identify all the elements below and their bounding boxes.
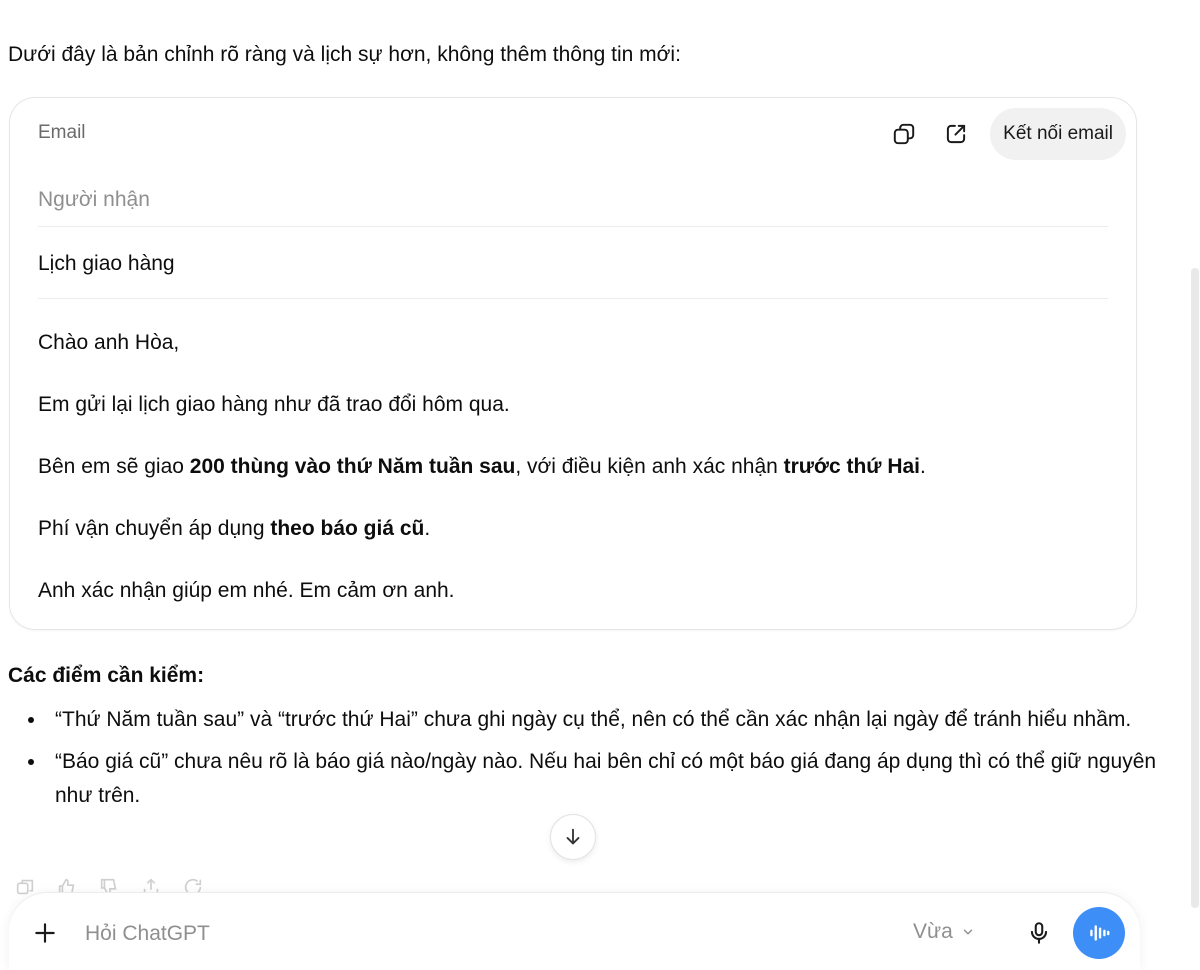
scroll-down-button[interactable] [550, 814, 596, 860]
voice-mode-button[interactable] [1073, 907, 1125, 959]
microphone-button[interactable] [1019, 913, 1059, 953]
email-card-label: Email [38, 122, 86, 143]
email-line: Bên em sẽ giao 200 thùng vào thứ Năm tuầ… [38, 452, 926, 482]
checks-heading: Các điểm cần kiểm: [8, 664, 205, 687]
arrow-down-icon [566, 828, 580, 845]
email-line: Phí vận chuyển áp dụng theo báo giá cũ. [38, 514, 926, 544]
bold-text: theo báo giá cũ [270, 517, 425, 540]
text-run: . [920, 455, 926, 478]
divider [38, 298, 1108, 299]
subject-field[interactable]: Lịch giao hàng [38, 250, 175, 278]
bold-text: 200 thùng vào thứ Năm tuần sau [189, 455, 516, 478]
mode-select-value: Vừa [913, 920, 953, 943]
plus-icon [35, 923, 55, 943]
email-card-actions: Kết nối email [878, 108, 1126, 160]
checks-list: “Thứ Năm tuần sau” và “trước thứ Hai” ch… [8, 703, 1158, 821]
email-body: Chào anh Hòa, Em gửi lại lịch giao hàng … [38, 328, 926, 638]
open-external-icon [947, 124, 966, 144]
connect-email-button[interactable]: Kết nối email [990, 108, 1126, 160]
text-run: . [424, 517, 431, 540]
email-line: Em gửi lại lịch giao hàng như đã trao đổ… [38, 393, 510, 416]
mode-select[interactable]: Vừa [913, 920, 975, 944]
chat-input[interactable] [83, 913, 887, 955]
open-external-button[interactable] [930, 108, 982, 160]
email-greeting: Chào anh Hòa, [38, 331, 180, 354]
email-card: Email Kết nối email Người nhận Lịch giao… [9, 97, 1137, 630]
chevron-down-icon [963, 929, 972, 935]
copy-icon [893, 123, 915, 145]
list-item: “Báo giá cũ” chưa nêu rõ là báo giá nào/… [8, 745, 1158, 813]
scrollbar[interactable] [1190, 0, 1200, 970]
scrollbar-thumb[interactable] [1191, 268, 1199, 908]
add-attachment-button[interactable] [27, 915, 63, 951]
microphone-icon [1030, 922, 1048, 944]
email-closing: Anh xác nhận giúp em nhé. Em cảm ơn anh. [38, 579, 455, 602]
text-run: , với điều kiện anh xác nhận [515, 455, 784, 478]
divider [38, 226, 1108, 227]
voice-waveform-icon [1090, 925, 1110, 941]
copy-button[interactable] [878, 108, 930, 160]
intro-text: Dưới đây là bản chỉnh rõ ràng và lịch sự… [8, 43, 681, 66]
bold-text: trước thứ Hai [783, 455, 920, 478]
text-run: Phí vận chuyển áp dụng [38, 517, 271, 540]
list-item: “Thứ Năm tuần sau” và “trước thứ Hai” ch… [8, 703, 1158, 737]
composer: Vừa [9, 893, 1140, 970]
text-run: Bên em sẽ giao [38, 455, 190, 478]
recipient-field[interactable]: Người nhận [38, 186, 150, 214]
